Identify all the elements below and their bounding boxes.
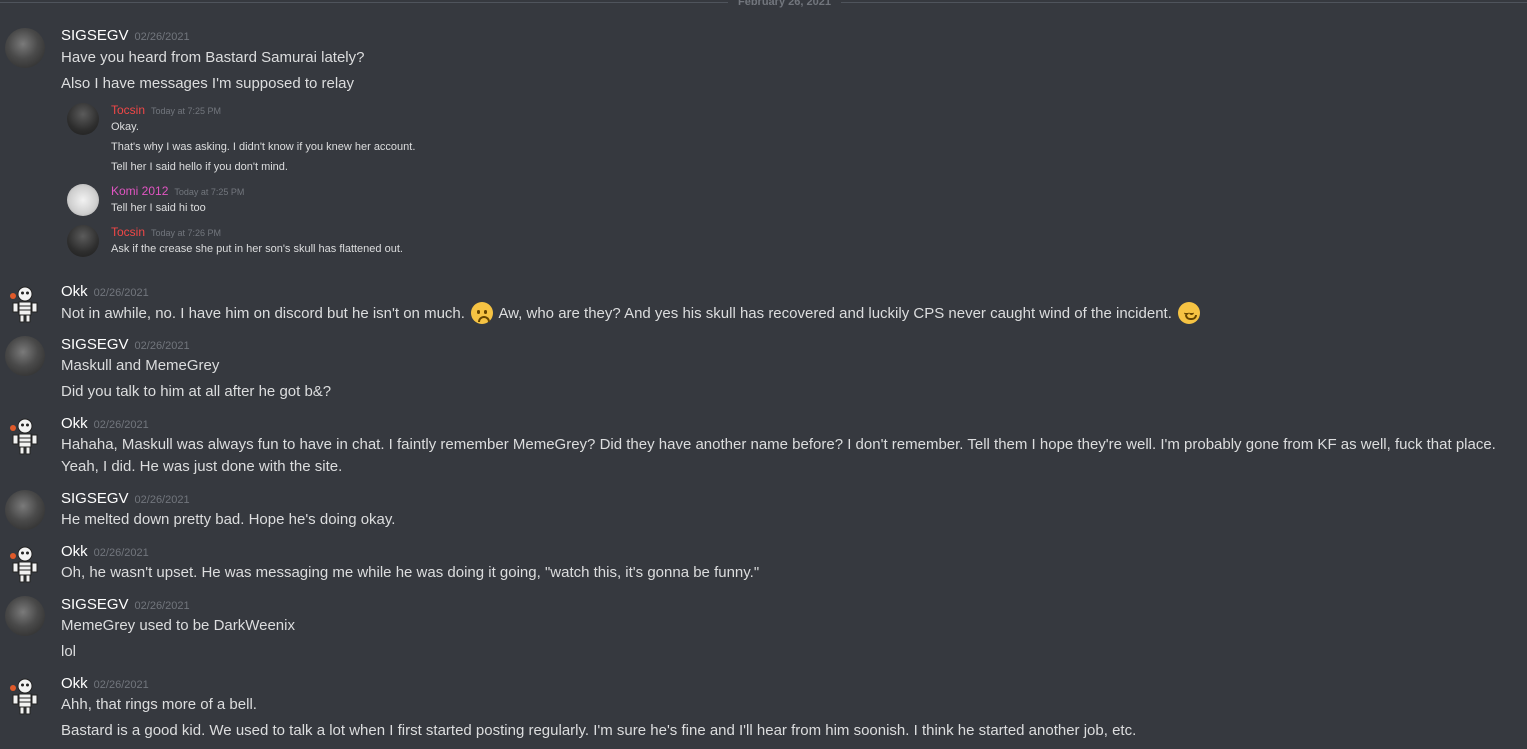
timestamp: 02/26/2021 bbox=[134, 31, 190, 43]
timestamp: 02/26/2021 bbox=[134, 494, 190, 506]
timestamp: 02/26/2021 bbox=[93, 419, 149, 431]
message-header: SIGSEGV 02/26/2021 bbox=[61, 26, 190, 46]
timestamp: 02/26/2021 bbox=[93, 547, 149, 559]
username: Tocsin bbox=[111, 103, 146, 117]
embed-message-header: Tocsin Today at 7:25 PM bbox=[111, 103, 221, 118]
avatar bbox=[67, 103, 99, 135]
skeleton-icon bbox=[10, 286, 38, 323]
embed-message-header: Komi 2012 Today at 7:25 PM bbox=[111, 184, 244, 199]
message-text-segment: Not in awhile, no. I have him on discord… bbox=[61, 305, 465, 322]
message-header: Okk 02/26/2021 bbox=[61, 282, 149, 302]
message-header: Okk 02/26/2021 bbox=[61, 414, 149, 434]
username[interactable]: SIGSEGV bbox=[61, 596, 129, 613]
message-text: Also I have messages I'm supposed to rel… bbox=[61, 75, 355, 92]
skeleton-icon bbox=[10, 418, 38, 455]
avatar bbox=[67, 225, 99, 257]
avatar[interactable] bbox=[5, 490, 45, 530]
embedded-screenshot[interactable]: Tocsin Today at 7:25 PM Okay. That's why … bbox=[60, 98, 490, 268]
skeleton-icon bbox=[10, 678, 38, 715]
relieved-emoji-icon[interactable] bbox=[1178, 302, 1201, 324]
timestamp: Today at 7:25 PM bbox=[174, 187, 245, 197]
date-divider-label: February 26, 2021 bbox=[728, 0, 841, 9]
username[interactable]: Okk bbox=[61, 415, 88, 432]
message-text-segment: Aw, who are they? And yes his skull has … bbox=[498, 305, 1172, 322]
message-text: Ahh, that rings more of a bell. bbox=[61, 696, 257, 713]
username[interactable]: Okk bbox=[61, 543, 88, 560]
embed-message-text: Tell her I said hi too bbox=[111, 202, 206, 214]
message-header: SIGSEGV 02/26/2021 bbox=[61, 489, 190, 509]
avatar[interactable] bbox=[5, 283, 45, 323]
message-header: Okk 02/26/2021 bbox=[61, 542, 149, 562]
username: Komi 2012 bbox=[111, 184, 169, 198]
message-text: lol bbox=[61, 643, 77, 660]
avatar[interactable] bbox=[5, 596, 45, 636]
embed-message-header: Tocsin Today at 7:26 PM bbox=[111, 225, 221, 240]
avatar[interactable] bbox=[5, 543, 45, 583]
avatar[interactable] bbox=[5, 28, 45, 68]
date-divider: February 26, 2021 bbox=[0, 0, 1527, 9]
skeleton-icon bbox=[10, 546, 38, 583]
embed-message-text: Tell her I said hello if you don't mind. bbox=[111, 161, 288, 173]
message-text: Bastard is a good kid. We used to talk a… bbox=[61, 722, 1137, 739]
message-text: Not in awhile, no. I have him on discord… bbox=[61, 302, 1202, 325]
message-text: Oh, he wasn't upset. He was messaging me… bbox=[61, 564, 760, 581]
message-text: Hahaha, Maskull was always fun to have i… bbox=[61, 436, 1496, 475]
message-text: Did you talk to him at all after he got … bbox=[61, 383, 332, 400]
timestamp: 02/26/2021 bbox=[93, 679, 149, 691]
username[interactable]: Okk bbox=[61, 283, 88, 300]
username: Tocsin bbox=[111, 225, 146, 239]
message-text: Have you heard from Bastard Samurai late… bbox=[61, 49, 365, 66]
username[interactable]: Okk bbox=[61, 675, 88, 692]
avatar[interactable] bbox=[5, 336, 45, 376]
message-text: He melted down pretty bad. Hope he's doi… bbox=[61, 511, 396, 528]
avatar bbox=[67, 184, 99, 216]
username[interactable]: SIGSEGV bbox=[61, 27, 129, 44]
timestamp: Today at 7:26 PM bbox=[151, 228, 222, 238]
embed-message-text: Ask if the crease she put in her son's s… bbox=[111, 243, 403, 255]
avatar[interactable] bbox=[5, 415, 45, 455]
timestamp: Today at 7:25 PM bbox=[151, 106, 222, 116]
embed-message-text: Okay. bbox=[111, 121, 139, 133]
username[interactable]: SIGSEGV bbox=[61, 336, 129, 353]
message-header: Okk 02/26/2021 bbox=[61, 674, 149, 694]
message-text: MemeGrey used to be DarkWeenix bbox=[61, 617, 295, 634]
embed-message-text: That's why I was asking. I didn't know i… bbox=[111, 141, 416, 153]
timestamp: 02/26/2021 bbox=[134, 340, 190, 352]
message-header: SIGSEGV 02/26/2021 bbox=[61, 335, 190, 355]
username[interactable]: SIGSEGV bbox=[61, 490, 129, 507]
timestamp: 02/26/2021 bbox=[93, 287, 149, 299]
avatar[interactable] bbox=[5, 675, 45, 715]
frowning-emoji-icon[interactable] bbox=[471, 302, 494, 324]
message-text: Maskull and MemeGrey bbox=[61, 357, 220, 374]
timestamp: 02/26/2021 bbox=[134, 600, 190, 612]
message-header: SIGSEGV 02/26/2021 bbox=[61, 595, 190, 615]
